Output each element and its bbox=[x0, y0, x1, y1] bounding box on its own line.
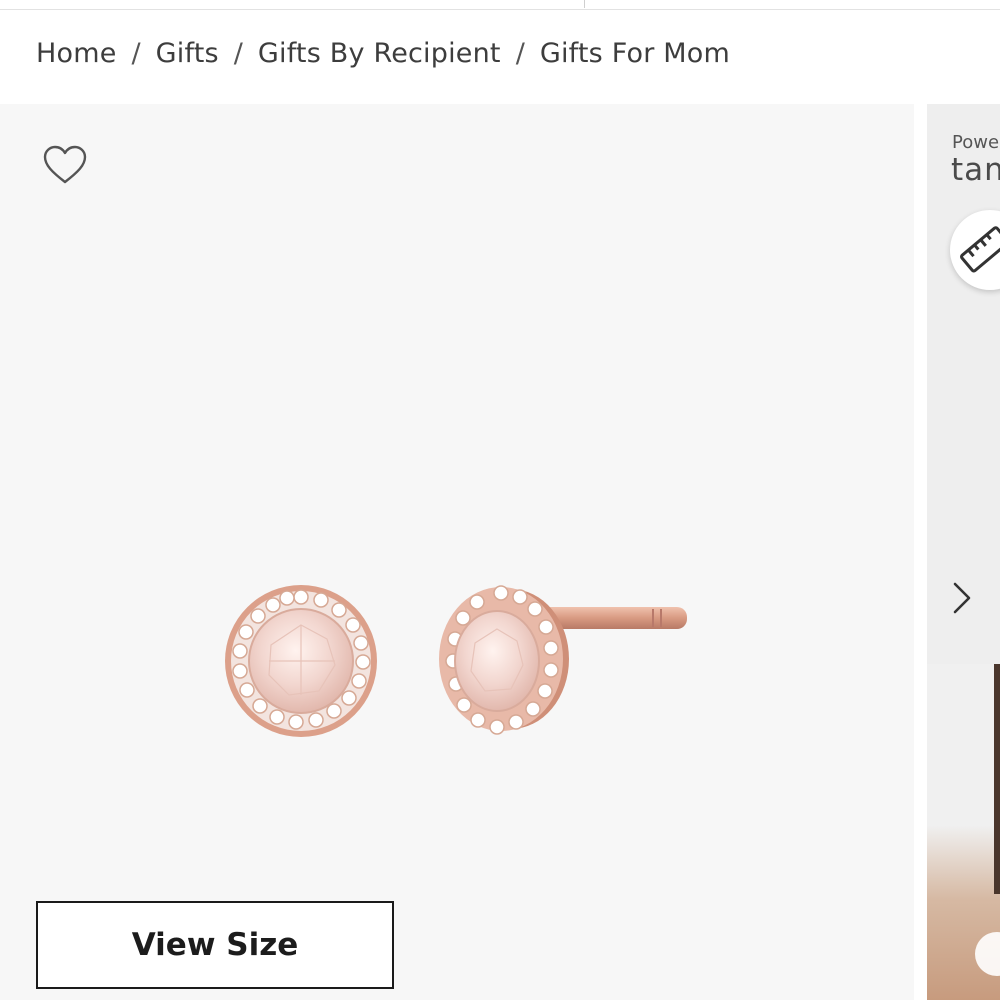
view-size-button[interactable]: View Size bbox=[36, 901, 394, 989]
breadcrumb-gifts[interactable]: Gifts bbox=[156, 38, 219, 69]
breadcrumb: Home / Gifts / Gifts By Recipient / Gift… bbox=[36, 36, 730, 70]
model-hair bbox=[994, 664, 1000, 894]
breadcrumb-separator: / bbox=[515, 37, 525, 69]
breadcrumb-home[interactable]: Home bbox=[36, 38, 117, 69]
breadcrumb-gifts-by-recipient[interactable]: Gifts By Recipient bbox=[258, 38, 501, 69]
left-earring bbox=[225, 585, 377, 737]
ruler-button[interactable] bbox=[950, 210, 1000, 290]
virtual-try-on-panel: Powe tan bbox=[927, 104, 1000, 1000]
chevron-right-icon[interactable] bbox=[949, 580, 975, 616]
top-bar-divider bbox=[584, 0, 585, 8]
powered-by-label: Powe bbox=[952, 132, 1000, 153]
try-on-marker[interactable] bbox=[975, 932, 1000, 976]
heart-outline-icon[interactable] bbox=[42, 144, 88, 186]
brand-logo: tan bbox=[951, 152, 1000, 188]
right-earring bbox=[439, 585, 687, 735]
product-gallery: View Size bbox=[0, 104, 914, 1000]
breadcrumb-separator: / bbox=[131, 37, 141, 69]
model-photo bbox=[927, 664, 1000, 1000]
breadcrumb-separator: / bbox=[233, 37, 243, 69]
top-bar bbox=[0, 0, 1000, 10]
ruler-icon bbox=[960, 226, 1000, 273]
breadcrumb-gifts-for-mom[interactable]: Gifts For Mom bbox=[540, 38, 730, 69]
product-image-earrings[interactable] bbox=[215, 479, 705, 759]
